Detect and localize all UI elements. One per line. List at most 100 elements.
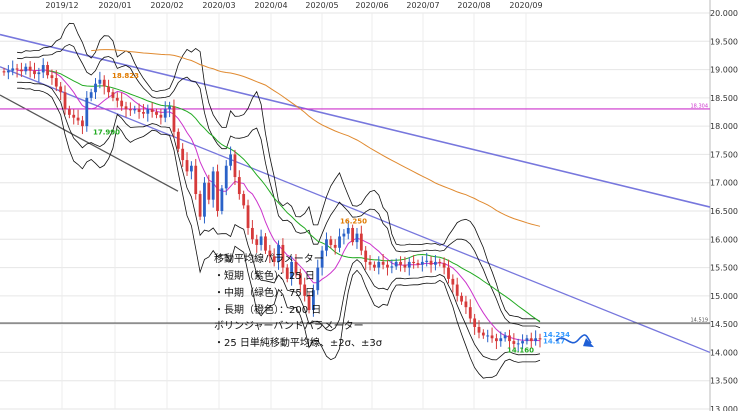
y-tick-label: 13.000 [710, 405, 738, 411]
candle-body [128, 109, 132, 111]
candle-body [207, 182, 211, 200]
candle-body [6, 70, 10, 73]
candle-body [20, 69, 23, 72]
candle-body [377, 261, 381, 268]
candle-body [181, 148, 185, 161]
grid-lines [0, 0, 711, 411]
annotation-line: ・長期（橙色）：200 日 [214, 303, 321, 316]
candle-body [115, 97, 119, 101]
candle-body [33, 70, 36, 75]
annotation-line: ボリンジャーバンドパラメーター [214, 320, 364, 332]
price-label: 18.823 [112, 72, 139, 80]
horizontal-level-label: 18.304 [691, 103, 709, 109]
candle-body [333, 244, 337, 248]
candle-body [142, 112, 145, 114]
candle-body [41, 65, 45, 73]
candle-body [499, 338, 503, 342]
candle-body [438, 261, 442, 264]
price-label: 16.250 [340, 217, 367, 225]
candle-body [399, 261, 402, 265]
candle-body [534, 338, 538, 342]
candle-body [473, 318, 477, 327]
x-tick-label: 2020/09 [509, 1, 542, 10]
candle-body [72, 114, 76, 118]
candle-body [98, 79, 102, 84]
y-tick-label: 17.000 [710, 179, 738, 188]
candle-body [242, 194, 246, 206]
candle-body [63, 92, 67, 110]
y-tick-label: 18.500 [710, 94, 738, 103]
annotation-line: ・中期（緑色）：75 日 [214, 286, 315, 299]
x-tick-label: 2019/12 [45, 1, 78, 10]
y-tick-label: 18.000 [710, 122, 738, 131]
candle-body [85, 97, 89, 127]
candle-body [37, 72, 41, 75]
y-tick-label: 19.000 [710, 66, 738, 75]
candle-body [133, 109, 137, 111]
candle-body [403, 264, 407, 268]
candle-body [342, 233, 346, 237]
candle-body [259, 236, 263, 245]
candle-body [111, 92, 115, 98]
candle-body [329, 239, 333, 245]
price-label: 14.160 [507, 346, 534, 354]
price-label: 17.990 [93, 129, 120, 137]
candle-body [168, 106, 171, 110]
candle-body [250, 227, 254, 240]
candle-body [50, 75, 54, 79]
y-tick-label: 17.500 [710, 150, 738, 159]
candle-body [525, 338, 529, 342]
candle-body [529, 338, 533, 342]
candle-body [15, 68, 19, 70]
candle-body [233, 154, 237, 178]
candle-body [255, 239, 259, 245]
candle-body [28, 66, 32, 71]
candle-body [185, 160, 189, 172]
bollinger-lower-band [17, 81, 541, 361]
candle-body [381, 261, 385, 265]
x-tick-label: 2020/04 [254, 1, 287, 10]
candle-body [512, 341, 516, 344]
x-tick-label: 2020/02 [150, 1, 183, 10]
y-tick-label: 14.000 [710, 348, 738, 357]
candle-body [351, 227, 355, 243]
candle-body [172, 106, 176, 132]
candle-body [486, 335, 490, 337]
annotation-line: ・25 日単純移動平均線、±2σ、±3σ [214, 336, 383, 349]
candle-body [425, 260, 429, 262]
candle-body [359, 233, 363, 251]
candle-body [59, 86, 63, 93]
candle-body [155, 112, 158, 115]
y-tick-label: 14.500 [710, 320, 738, 329]
y-tick-label: 15.000 [710, 292, 738, 301]
candle-body [150, 109, 154, 112]
candle-body [89, 92, 93, 98]
y-tick-label: 20.000 [710, 9, 738, 18]
candle-body [211, 171, 215, 200]
x-axis: 2019/12 2020/01 2020/02 2020/03 2020/04 2020/… [45, 1, 542, 10]
candlestick-chart: 20.000 19.500 19.000 18.500 18.000 17.500 17.0… [0, 0, 738, 411]
candle-body [355, 233, 359, 243]
candle-body [364, 250, 368, 262]
candle-body [146, 109, 150, 114]
candle-body [490, 335, 494, 339]
candle-body [81, 120, 84, 127]
candle-body [224, 165, 228, 189]
candle-body [416, 263, 420, 265]
candle-body [246, 205, 250, 228]
candle-body [316, 267, 320, 291]
candle-body [107, 86, 110, 93]
candle-body [429, 260, 433, 265]
candle-body [455, 284, 459, 296]
candle-body [394, 261, 398, 267]
trendline-upper [0, 33, 711, 208]
x-tick-label: 2020/01 [98, 1, 131, 10]
candle-body [346, 227, 350, 234]
annotation-line: ・短期（紫色）：25 日 [214, 269, 315, 282]
y-tick-label: 19.500 [710, 37, 738, 46]
candle-body [67, 109, 71, 115]
candle-body [198, 194, 202, 217]
y-axis: 20.000 19.500 19.000 18.500 18.000 17.500 17.0… [710, 9, 738, 411]
candle-body [477, 326, 481, 333]
candle-body [503, 335, 507, 339]
